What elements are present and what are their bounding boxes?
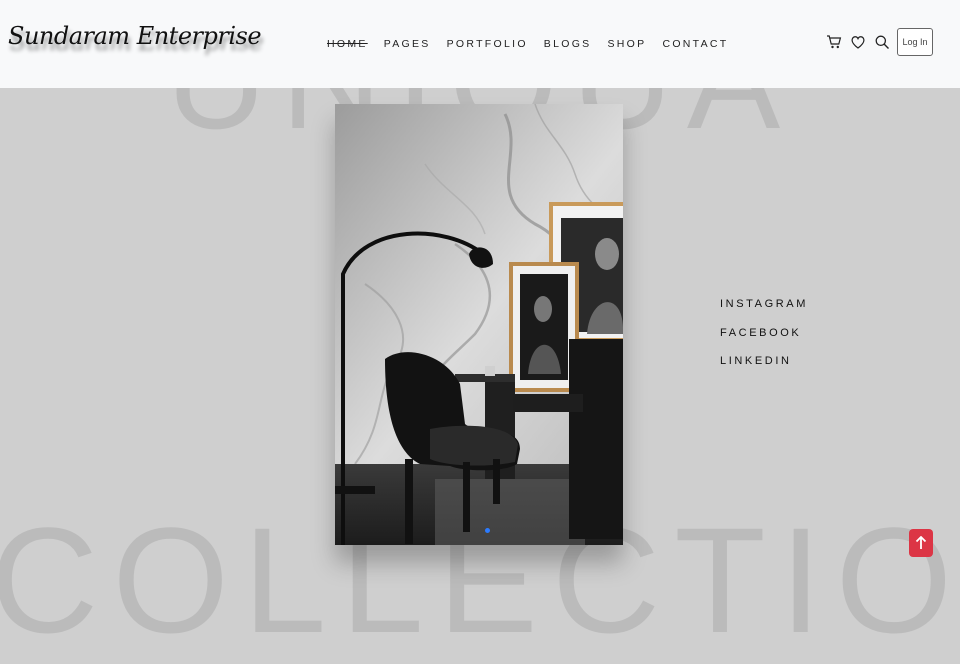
social-instagram[interactable]: INSTAGRAM bbox=[720, 298, 808, 310]
cart-icon[interactable] bbox=[826, 34, 842, 50]
login-button[interactable]: Log In bbox=[897, 28, 933, 56]
nav-home[interactable]: HOME bbox=[327, 38, 368, 50]
nav-blogs[interactable]: BLOGS bbox=[544, 38, 592, 50]
nav-contact[interactable]: CONTACT bbox=[662, 38, 728, 50]
social-facebook[interactable]: FACEBOOK bbox=[720, 327, 808, 339]
header-icons bbox=[826, 34, 898, 50]
arrow-up-icon bbox=[915, 536, 927, 549]
hero-image bbox=[335, 104, 623, 545]
main-nav: HOME PAGES PORTFOLIO BLOGS SHOP CONTACT bbox=[327, 38, 745, 50]
back-to-top-button[interactable] bbox=[909, 529, 933, 557]
social-linkedin[interactable]: LINKEDIN bbox=[720, 355, 808, 367]
nav-pages[interactable]: PAGES bbox=[384, 38, 431, 50]
search-icon[interactable] bbox=[874, 34, 890, 50]
social-links: INSTAGRAM FACEBOOK LINKEDIN bbox=[720, 298, 808, 384]
heart-icon[interactable] bbox=[850, 34, 866, 50]
hero-photo bbox=[335, 104, 623, 545]
site-logo[interactable]: Sundaram Enterprise bbox=[8, 22, 262, 50]
nav-shop[interactable]: SHOP bbox=[607, 38, 646, 50]
nav-portfolio[interactable]: PORTFOLIO bbox=[447, 38, 528, 50]
slide-indicator[interactable] bbox=[485, 528, 490, 533]
site-header: Sundaram Enterprise HOME PAGES PORTFOLIO… bbox=[0, 0, 960, 88]
